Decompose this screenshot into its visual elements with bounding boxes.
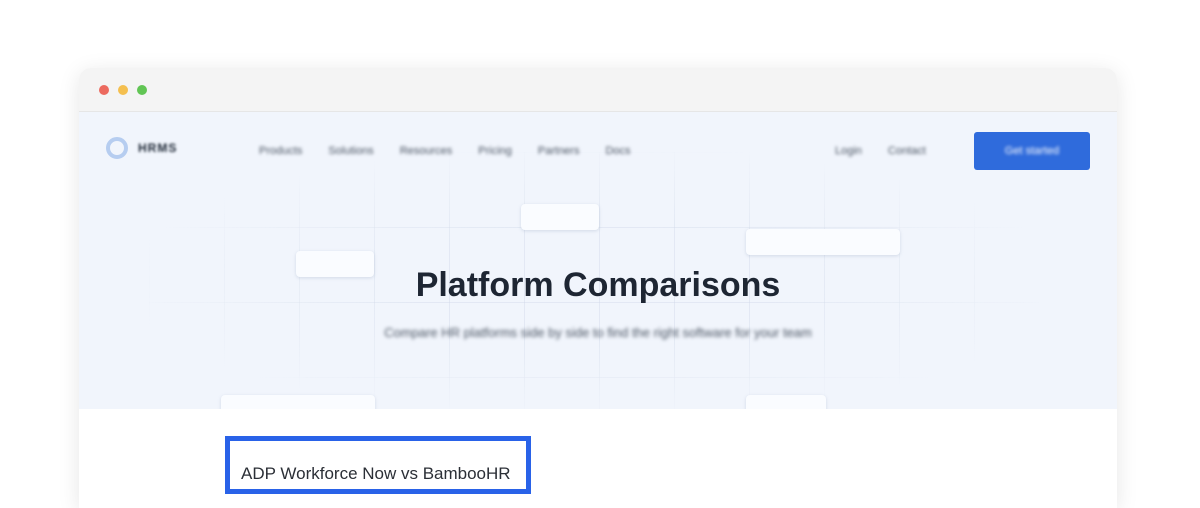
nav-links: Products Solutions Resources Pricing Par… [259,145,631,157]
hero-section: HRMS Products Solutions Resources Pricin… [79,112,1117,409]
get-started-button[interactable]: Get started [974,132,1090,170]
nav-link-docs[interactable]: Docs [605,145,630,157]
logo-text: HRMS [138,141,178,155]
browser-window: HRMS Products Solutions Resources Pricin… [79,68,1117,508]
logo[interactable]: HRMS [106,137,177,159]
page-subtitle: Compare HR platforms side by side to fin… [384,325,812,340]
login-link[interactable]: Login [835,145,862,157]
nav-link-products[interactable]: Products [259,145,302,157]
nav-right-links: Login Contact [835,145,926,157]
page-title: Platform Comparisons [415,266,781,304]
nav-link-resources[interactable]: Resources [400,145,453,157]
minimize-window-icon[interactable] [118,84,128,95]
comparison-link-adp-vs-bamboohr[interactable]: ADP Workforce Now vs BambooHR [225,436,531,494]
top-navigation: HRMS Products Solutions Resources Pricin… [79,112,1117,192]
get-started-label: Get started [1004,145,1060,157]
nav-link-partners[interactable]: Partners [538,145,580,157]
comparison-list: ADP Workforce Now vs BambooHR [79,409,1117,508]
decorative-card [221,395,375,409]
decorative-card [521,204,599,230]
nav-link-solutions[interactable]: Solutions [328,145,373,157]
window-titlebar [79,68,1117,112]
contact-link[interactable]: Contact [888,145,926,157]
maximize-window-icon[interactable] [137,84,147,95]
logo-icon [106,137,128,159]
nav-link-pricing[interactable]: Pricing [478,145,512,157]
close-window-icon[interactable] [99,84,109,95]
decorative-card [746,395,826,409]
decorative-card [746,229,900,255]
